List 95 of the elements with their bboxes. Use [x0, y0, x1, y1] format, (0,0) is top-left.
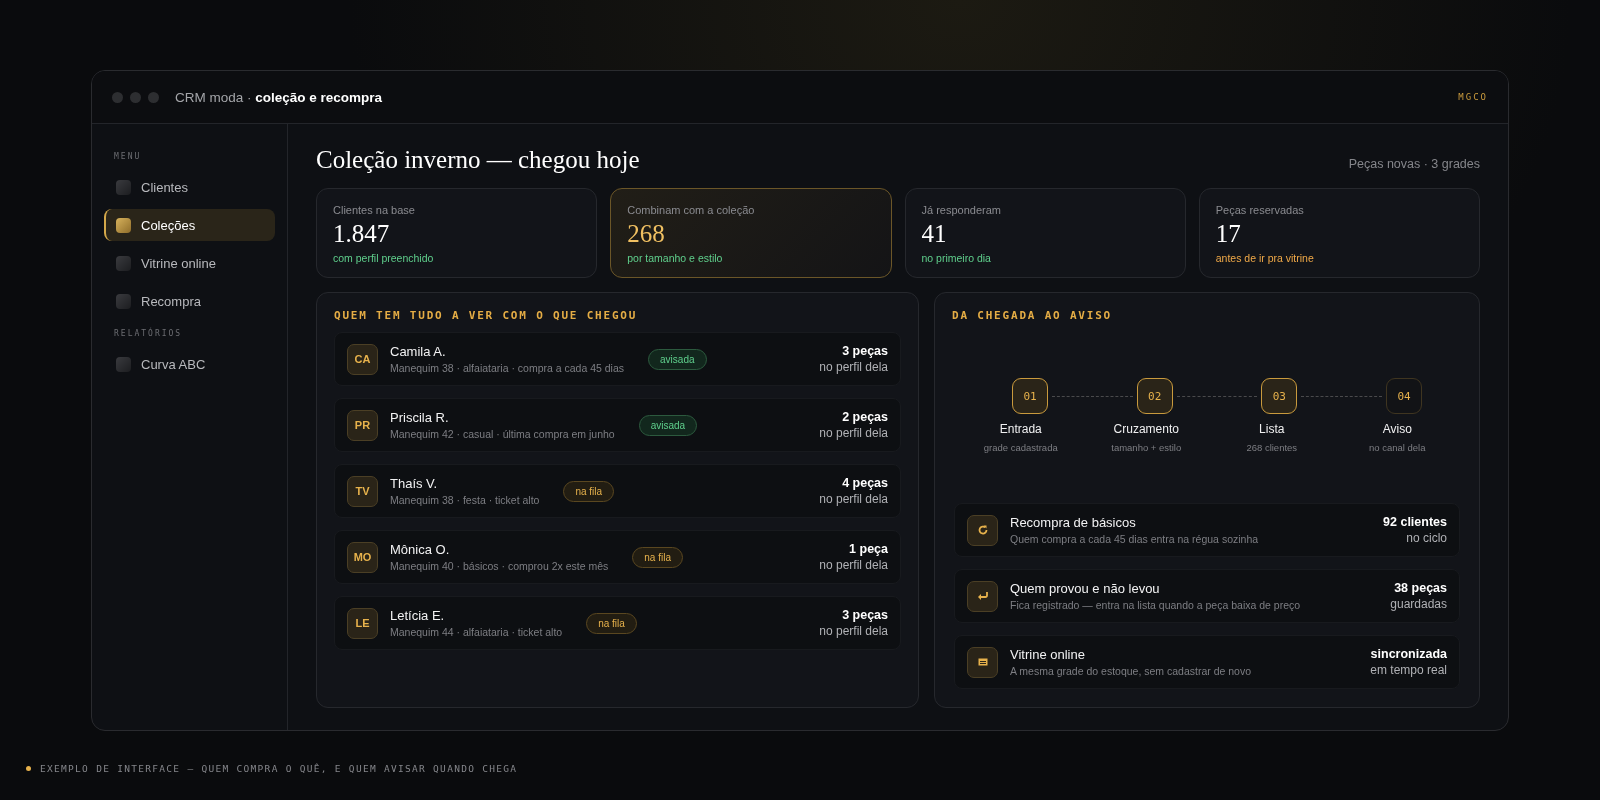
stat-note: no primeiro dia	[921, 252, 992, 264]
panel-title: DA CHEGADA AO AVISO	[952, 309, 1114, 322]
rule-value-note: guardadas	[1390, 597, 1447, 611]
client-details: Manequim 38 · alfaiataria · compra a cada 45 dias	[390, 362, 625, 374]
page-title: Coleção inverno — chegou hoje	[316, 146, 640, 174]
step-number: 03	[1261, 378, 1298, 414]
rule-description: A mesma grade do estoque, sem cadastrar de novo	[1010, 665, 1252, 677]
initials-avatar: CA	[347, 343, 378, 375]
page-meta: Peças novas · 3 grades	[1348, 157, 1480, 171]
stat-value: 268	[627, 220, 666, 248]
stat-label: Combinam com a coleção	[627, 204, 756, 216]
rule-value-note: no ciclo	[1406, 531, 1447, 545]
rule-description: Quem compra a cada 45 dias entra na régua sozinha	[1010, 533, 1259, 545]
sidebar-item[interactable]: Vitrine online	[104, 247, 275, 279]
initials-avatar: PR	[347, 409, 378, 441]
rule-title: Recompra de básicos	[1010, 515, 1137, 530]
client-row[interactable]: PR Priscila R. Manequim 42 · casual · última compra em junho avisada 2 peças no perfil dela	[334, 398, 901, 452]
count-note: no perfil dela	[819, 492, 888, 506]
window-control-icon[interactable]	[130, 91, 141, 103]
rule-row[interactable]: Recompra de básicos Quem compra a cada 45 dias entra na régua sozinha 92 clientes no ciclo	[954, 503, 1460, 557]
window-control-icon[interactable]	[148, 91, 159, 103]
rule-value: sincronizada	[1370, 647, 1447, 661]
brand-label: MGCO	[1458, 92, 1488, 102]
stat-note: antes de ir pra vitrine	[1215, 252, 1315, 264]
stat-value: 17	[1215, 220, 1242, 248]
status-badge: avisada	[638, 414, 698, 436]
piece-count: 1 peça	[849, 542, 888, 556]
step-number: 02	[1136, 378, 1173, 414]
footer-caption: EXEMPLO DE INTERFACE — QUEM COMPRA O QUÊ, E QUEM AVISAR QUANDO CHEGA	[40, 763, 518, 774]
rule-title: Vitrine online	[1010, 647, 1086, 662]
status-badge: na fila	[632, 546, 683, 568]
return-arrow-icon	[976, 590, 989, 602]
client-details: Manequim 42 · casual · última compra em junho	[390, 428, 615, 440]
window-control-icon[interactable]	[112, 91, 123, 103]
count-note: no perfil dela	[819, 624, 888, 638]
client-name: Priscila R.	[390, 410, 450, 425]
rule-row[interactable]: Quem provou e não levou Fica registrado — entra na lista quando a peça baixa de preço 38 peças guardadas	[954, 569, 1460, 623]
sidebar-item[interactable]: Coleções	[104, 209, 275, 241]
client-row[interactable]: LE Letícia E. Manequim 44 · alfaiataria · ticket alto na fila 3 peças no perfil dela	[334, 596, 901, 650]
step-note: 268 clientes	[1246, 442, 1298, 453]
sidebar-section-label: RELATÓRIOS	[114, 329, 184, 338]
client-row[interactable]: MO Mônica O. Manequim 40 · básicos · comprou 2x este mês na fila 1 peça no perfil dela	[334, 530, 901, 584]
initials-avatar: TV	[347, 475, 378, 507]
panel-title: QUEM TEM TUDO A VER COM O QUE CHEGOU	[334, 309, 639, 322]
step-note: tamanho + estilo	[1111, 442, 1182, 453]
sidebar-item[interactable]: Curva ABC	[104, 348, 275, 380]
client-row[interactable]: TV Thaís V. Manequim 38 · festa · ticket alto na fila 4 peças no perfil dela	[334, 464, 901, 518]
count-note: no perfil dela	[819, 426, 888, 440]
client-row[interactable]: CA Camila A. Manequim 38 · alfaiataria · compra a cada 45 dias avisada 3 peças no perfil dela	[334, 332, 901, 386]
client-details: Manequim 44 · alfaiataria · ticket alto	[390, 626, 563, 638]
stat-label: Peças reservadas	[1215, 204, 1305, 216]
step-label: Lista	[1259, 422, 1285, 436]
sidebar-item[interactable]: Recompra	[104, 285, 275, 317]
sidebar-item[interactable]: Clientes	[104, 171, 275, 203]
status-badge: avisada	[648, 348, 707, 370]
count-note: no perfil dela	[819, 558, 888, 572]
stat-value: 41	[921, 220, 948, 248]
client-name: Letícia E.	[390, 608, 446, 623]
status-badge: na fila	[563, 480, 615, 502]
step-note: no canal dela	[1369, 442, 1426, 453]
step-note: grade cadastrada	[983, 442, 1058, 453]
rule-description: Fica registrado — entra na lista quando a peça baixa de preço	[1010, 599, 1301, 611]
client-name: Mônica O.	[390, 542, 451, 557]
client-name: Thaís V.	[390, 476, 439, 491]
count-note: no perfil dela	[819, 360, 888, 374]
rule-value-note: em tempo real	[1370, 663, 1447, 677]
stat-label: Clientes na base	[333, 204, 416, 216]
status-badge: na fila	[586, 612, 637, 634]
step-label: Entrada	[999, 422, 1042, 436]
step-number: 01	[1012, 378, 1048, 414]
step-number: 04	[1386, 378, 1422, 414]
rule-title: Quem provou e não levou	[1010, 581, 1161, 596]
stat-value: 1.847	[333, 220, 391, 248]
refresh-icon	[976, 524, 989, 536]
stat-note: com perfil preenchido	[333, 252, 435, 264]
client-name: Camila A.	[390, 344, 447, 359]
rule-value: 92 clientes	[1383, 515, 1447, 529]
sidebar-section-label: MENU	[114, 152, 143, 161]
rule-row[interactable]: Vitrine online A mesma grade do estoque, sem cadastrar de novo sincronizada em tempo real	[954, 635, 1460, 689]
initials-avatar: MO	[347, 541, 378, 573]
rule-value: 38 peças	[1394, 581, 1447, 595]
initials-avatar: LE	[347, 607, 378, 639]
step-label: Cruzamento	[1113, 422, 1179, 436]
piece-count: 4 peças	[842, 476, 888, 490]
bullet-icon	[26, 766, 31, 771]
piece-count: 3 peças	[842, 344, 888, 358]
step-label: Aviso	[1382, 422, 1412, 436]
client-details: Manequim 40 · básicos · comprou 2x este mês	[390, 560, 609, 572]
client-details: Manequim 38 · festa · ticket alto	[390, 494, 540, 506]
window-title: CRM moda · coleção e recompra	[175, 89, 383, 105]
window-icon	[976, 656, 989, 668]
stat-note: por tamanho e estilo	[627, 252, 724, 264]
piece-count: 3 peças	[842, 608, 888, 622]
piece-count: 2 peças	[842, 410, 888, 424]
stat-label: Já responderam	[921, 204, 1002, 216]
